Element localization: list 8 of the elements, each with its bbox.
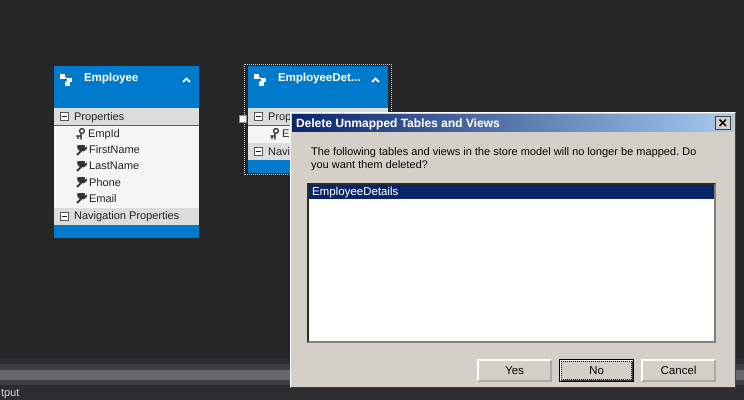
dialog-title: Delete Unmapped Tables and Views xyxy=(296,116,500,130)
section-label: Prop xyxy=(268,110,292,122)
dialog-message: The following tables and views in the store model will no longer be mapped. Do you want them deleted? xyxy=(311,146,698,173)
section-label: Navi xyxy=(268,146,290,158)
section-label: Properties xyxy=(74,110,124,122)
entity-title: EmployeeDet... xyxy=(278,72,361,84)
section-label: Navigation Properties xyxy=(74,210,180,222)
entity-title: Employee xyxy=(84,72,140,84)
